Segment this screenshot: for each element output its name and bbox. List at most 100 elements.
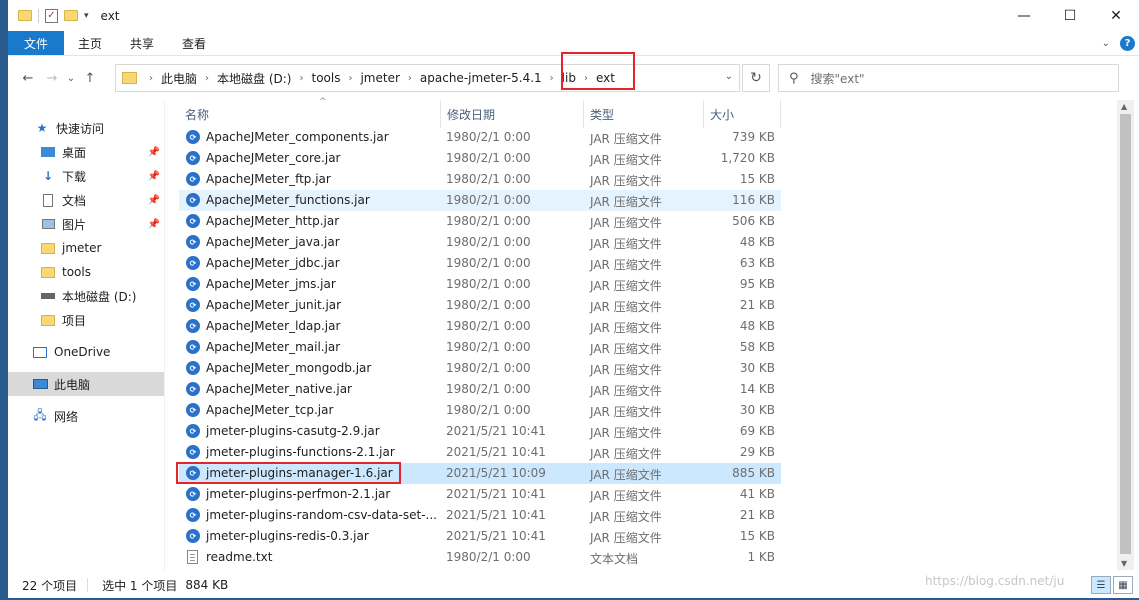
file-row[interactable]: ⟳ ApacheJMeter_mail.jar 1980/2/1 0:00 JAR 压…: [179, 337, 781, 358]
customize-toolbar-chevron-icon[interactable]: ▾: [84, 11, 89, 21]
file-row[interactable]: ⟳ jmeter-plugins-redis-0.3.jar 2021/5/21 1…: [179, 526, 781, 547]
file-size: 95 KB: [739, 277, 775, 291]
file-row[interactable]: readme.txt 1980/2/1 0:00 文本文档 1 KB: [179, 547, 781, 568]
file-row[interactable]: ⟳ ApacheJMeter_http.jar 1980/2/1 0:00 JAR 压…: [179, 211, 781, 232]
breadcrumb-item[interactable]: tools: [311, 71, 340, 85]
file-row[interactable]: ⟳ ApacheJMeter_java.jar 1980/2/1 0:00 JAR 压…: [179, 232, 781, 253]
jar-file-icon: ⟳: [186, 256, 200, 270]
sidebar-item-downloads[interactable]: ↓ 下载 📌: [8, 164, 164, 188]
expand-ribbon-chevron-icon[interactable]: ⌄: [1102, 38, 1110, 49]
scrollbar-thumb[interactable]: [1120, 114, 1131, 554]
breadcrumb-item[interactable]: 此电脑: [161, 70, 197, 87]
large-icons-view-icon[interactable]: ▦: [1113, 576, 1133, 594]
jar-file-icon: ⟳: [186, 487, 200, 501]
file-row[interactable]: ⟳ ApacheJMeter_components.jar 1980/2/1 0:0…: [179, 127, 781, 148]
file-row[interactable]: ⟳ ApacheJMeter_jms.jar 1980/2/1 0:00 JAR 压缩…: [179, 274, 781, 295]
file-type: JAR 压缩文件: [590, 237, 662, 251]
file-date: 2021/5/21 10:41: [446, 529, 546, 543]
address-dropdown-chevron-icon[interactable]: ⌄: [725, 71, 733, 82]
column-header-row: 名称 ^ 修改日期 类型 大小: [165, 97, 1115, 128]
file-size: 21 KB: [739, 508, 775, 522]
tab-view[interactable]: 查看: [168, 31, 220, 55]
breadcrumb-item[interactable]: 本地磁盘 (D:): [217, 70, 291, 87]
jar-file-icon: ⟳: [186, 403, 200, 417]
file-row[interactable]: ⟳ ApacheJMeter_mongodb.jar 1980/2/1 0:00 JA…: [179, 358, 781, 379]
file-type: JAR 压缩文件: [590, 342, 662, 356]
sidebar-item-quick-access[interactable]: ★ 快速访问: [8, 116, 164, 140]
file-name: ApacheJMeter_junit.jar: [206, 298, 342, 312]
back-button[interactable]: ←: [16, 71, 40, 86]
file-type: JAR 压缩文件: [590, 426, 662, 440]
column-header-size[interactable]: 大小: [704, 100, 781, 128]
file-row[interactable]: ⟳ jmeter-plugins-functions-2.1.jar 2021/5/…: [179, 442, 781, 463]
sidebar-item-desktop[interactable]: 桌面 📌: [8, 140, 164, 164]
sidebar-item-onedrive[interactable]: OneDrive: [8, 340, 164, 364]
onedrive-icon: [32, 345, 48, 359]
highlight-box-selected-file: [176, 462, 401, 484]
help-icon[interactable]: ?: [1120, 35, 1135, 51]
scroll-up-icon[interactable]: ▲: [1121, 102, 1127, 111]
scroll-down-icon[interactable]: ▼: [1121, 559, 1127, 568]
close-button[interactable]: ✕: [1093, 0, 1139, 31]
folder-icon: [40, 313, 56, 327]
download-icon: ↓: [42, 169, 54, 183]
jar-file-icon: ⟳: [186, 508, 200, 522]
file-row[interactable]: ⟳ jmeter-plugins-random-csv-data-set-... 2…: [179, 505, 781, 526]
up-button[interactable]: ↑: [78, 71, 102, 86]
file-row[interactable]: ⟳ jmeter-plugins-perfmon-2.1.jar 2021/5/21…: [179, 484, 781, 505]
address-bar[interactable]: › 此电脑 › 本地磁盘 (D:) › tools › jmeter › apa…: [115, 64, 740, 92]
sidebar-item-pictures[interactable]: 图片 📌: [8, 212, 164, 236]
file-size: 58 KB: [739, 340, 775, 354]
new-folder-icon[interactable]: [64, 10, 78, 21]
search-input[interactable]: ⚲ 搜索"ext": [778, 64, 1119, 92]
pin-icon: 📌: [147, 194, 160, 206]
forward-button[interactable]: →: [40, 71, 64, 86]
sidebar-item-local-disk-d[interactable]: 本地磁盘 (D:): [8, 284, 164, 308]
sidebar-item-projects[interactable]: 项目: [8, 308, 164, 332]
file-date: 1980/2/1 0:00: [446, 403, 531, 417]
jar-file-icon: ⟳: [186, 235, 200, 249]
minimize-button[interactable]: —: [1001, 0, 1047, 31]
column-header-type[interactable]: 类型: [584, 100, 704, 128]
file-row[interactable]: ⟳ ApacheJMeter_functions.jar 1980/2/1 0:00…: [179, 190, 781, 211]
vertical-scrollbar[interactable]: ▲ ▼: [1117, 100, 1134, 570]
drive-icon: [40, 289, 56, 303]
tab-share[interactable]: 共享: [116, 31, 168, 55]
column-header-name[interactable]: 名称 ^: [179, 97, 441, 128]
picture-icon: [40, 217, 56, 231]
file-row[interactable]: ⟳ ApacheJMeter_tcp.jar 1980/2/1 0:00 JAR 压缩…: [179, 400, 781, 421]
maximize-button[interactable]: ☐: [1047, 0, 1093, 31]
sidebar-item-jmeter[interactable]: jmeter: [8, 236, 164, 260]
file-date: 1980/2/1 0:00: [446, 277, 531, 291]
recent-locations-icon[interactable]: ⌄: [64, 73, 78, 84]
properties-icon[interactable]: ✓: [45, 8, 58, 23]
file-name: ApacheJMeter_functions.jar: [206, 193, 370, 207]
sidebar-item-documents[interactable]: 文档 📌: [8, 188, 164, 212]
refresh-button[interactable]: ↻: [742, 64, 770, 92]
file-row[interactable]: ⟳ ApacheJMeter_core.jar 1980/2/1 0:00 JAR 压…: [179, 148, 781, 169]
jar-file-icon: ⟳: [186, 445, 200, 459]
file-row[interactable]: ⟳ ApacheJMeter_junit.jar 1980/2/1 0:00 JAR …: [179, 295, 781, 316]
folder-icon: [40, 265, 56, 279]
file-row[interactable]: ⟳ ApacheJMeter_ftp.jar 1980/2/1 0:00 JAR 压缩…: [179, 169, 781, 190]
file-name: ApacheJMeter_http.jar: [206, 214, 340, 228]
file-size: 739 KB: [732, 130, 775, 144]
tab-file[interactable]: 文件: [8, 31, 65, 55]
file-size: 15 KB: [739, 172, 775, 186]
tab-home[interactable]: 主页: [64, 31, 116, 55]
details-view-icon[interactable]: ☰: [1091, 576, 1111, 594]
item-count: 22 个项目: [22, 578, 78, 593]
breadcrumb-item[interactable]: apache-jmeter-5.4.1: [420, 71, 542, 85]
file-row[interactable]: ⟳ ApacheJMeter_ldap.jar 1980/2/1 0:00 JAR 压…: [179, 316, 781, 337]
sidebar-item-this-pc[interactable]: 此电脑: [8, 372, 164, 396]
file-row[interactable]: ⟳ ApacheJMeter_jdbc.jar 1980/2/1 0:00 JAR 压…: [179, 253, 781, 274]
file-row[interactable]: ⟳ ApacheJMeter_native.jar 1980/2/1 0:00 JAR…: [179, 379, 781, 400]
file-name: ApacheJMeter_core.jar: [206, 151, 341, 165]
file-type: JAR 压缩文件: [590, 447, 662, 461]
column-header-date[interactable]: 修改日期: [441, 100, 584, 128]
sidebar-item-network[interactable]: 🖧 网络: [8, 404, 164, 428]
breadcrumb-item[interactable]: jmeter: [360, 71, 399, 85]
file-row[interactable]: ⟳ jmeter-plugins-casutg-2.9.jar 2021/5/21 …: [179, 421, 781, 442]
selection-size: 884 KB: [185, 578, 229, 592]
sidebar-item-tools[interactable]: tools: [8, 260, 164, 284]
